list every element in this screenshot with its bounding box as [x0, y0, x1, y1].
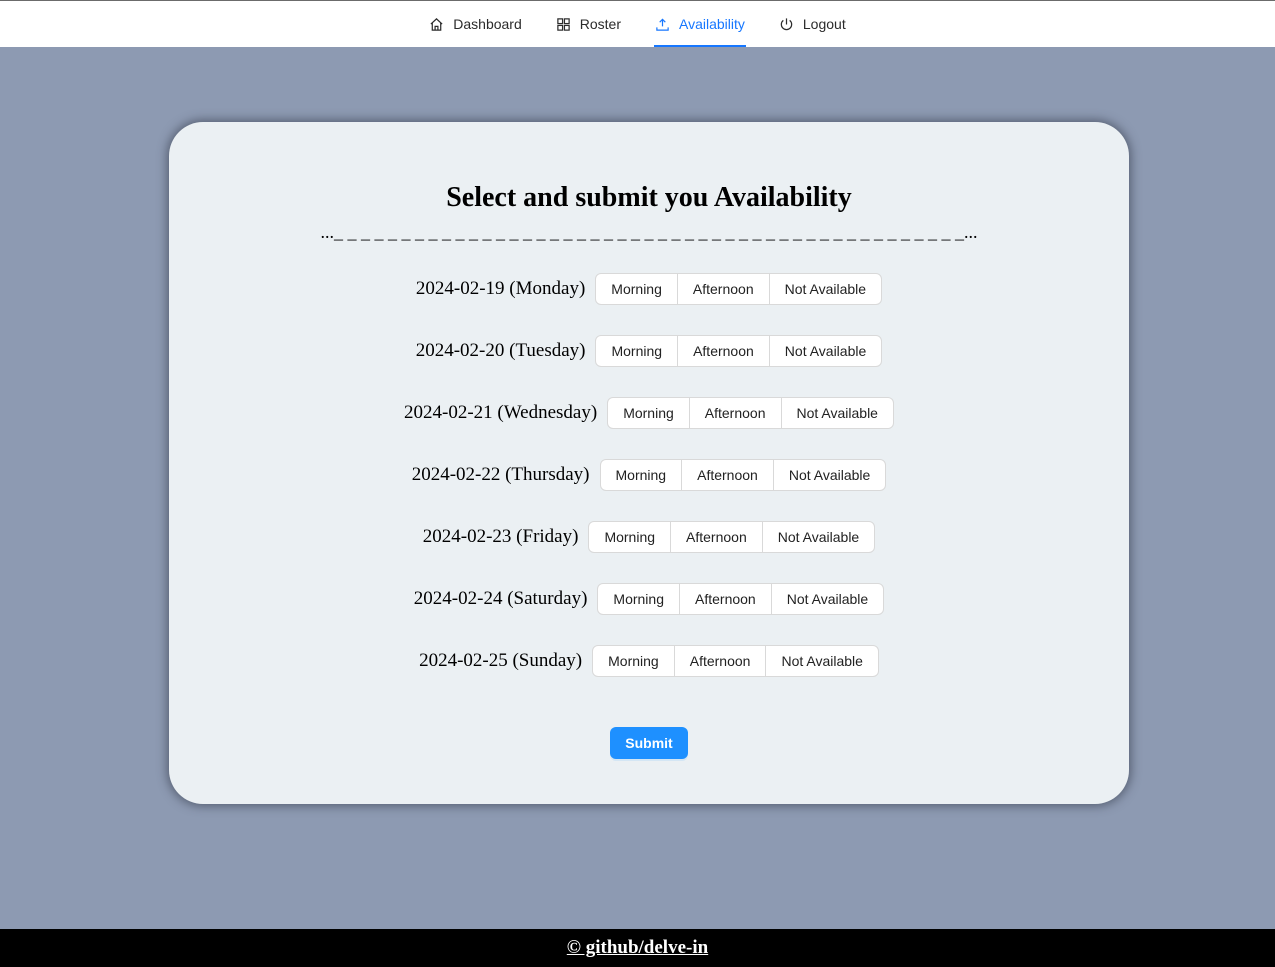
day-label: 2024-02-25 (Sunday)	[419, 650, 583, 671]
option-afternoon-button[interactable]: Afternoon	[676, 273, 770, 305]
option-not-available-button[interactable]: Not Available	[772, 459, 887, 491]
option-not-available-button[interactable]: Not Available	[761, 521, 876, 553]
option-morning-button[interactable]: Morning	[597, 583, 680, 615]
nav-item-dashboard[interactable]: Dashboard	[428, 1, 523, 47]
day-label: 2024-02-24 (Saturday)	[413, 588, 588, 609]
power-icon	[780, 17, 793, 30]
day-label: 2024-02-21 (Wednesday)	[404, 402, 598, 423]
day-row: 2024-02-21 (Wednesday) Morning Afternoon No…	[169, 397, 1129, 429]
footer-link[interactable]: © github/delve-in	[567, 937, 708, 959]
availability-selector: Morning Afternoon Not Available	[595, 273, 883, 305]
upload-icon	[656, 17, 669, 31]
option-afternoon-button[interactable]: Afternoon	[677, 335, 770, 367]
nav-item-label: Availability	[679, 16, 745, 32]
availability-selector: Morning Afternoon Not Available	[607, 397, 894, 429]
nav-item-label: Roster	[579, 16, 621, 32]
availability-selector: Morning Afternoon Not Available	[597, 583, 885, 615]
top-navbar: Dashboard Roster Availability Logout	[0, 0, 1275, 47]
option-morning-button[interactable]: Morning	[592, 645, 675, 677]
page-title: Select and submit you Availability	[446, 182, 852, 213]
option-not-available-button[interactable]: Not Available	[770, 583, 885, 615]
nav-item-roster[interactable]: Roster	[555, 1, 622, 47]
option-morning-button[interactable]: Morning	[599, 459, 683, 491]
nav-item-label: Logout	[802, 16, 846, 32]
nav-item-label: Dashboard	[453, 16, 522, 32]
option-not-available-button[interactable]: Not Available	[765, 645, 879, 677]
option-afternoon-button[interactable]: Afternoon	[673, 645, 767, 677]
nav-item-logout[interactable]: Logout	[778, 1, 847, 47]
option-morning-button[interactable]: Morning	[595, 273, 678, 305]
day-row: 2024-02-19 (Monday) Morning Afternoon Not A…	[169, 273, 1129, 305]
nav-menu: Dashboard Roster Availability Logout	[428, 1, 846, 47]
title-divider: ..._ _ _ _ _ _ _ _ _ _ _ _ _ _ _ _ _ _ _…	[320, 222, 978, 242]
availability-selector: Morning Afternoon Not Available	[588, 521, 876, 553]
option-not-available-button[interactable]: Not Available	[768, 335, 883, 367]
day-label: 2024-02-19 (Monday)	[415, 278, 586, 299]
option-not-available-button[interactable]: Not Available	[768, 273, 883, 305]
availability-card: Select and submit you Availability ..._ …	[169, 122, 1129, 804]
option-morning-button[interactable]: Morning	[607, 397, 690, 429]
grid-icon	[557, 17, 570, 31]
day-row: 2024-02-23 (Friday) Morning Afternoon Not A…	[169, 521, 1129, 553]
footer: © github/delve-in	[0, 929, 1275, 967]
availability-selector: Morning Afternoon Not Available	[592, 645, 879, 677]
option-morning-button[interactable]: Morning	[588, 521, 672, 553]
day-label: 2024-02-20 (Tuesday)	[415, 340, 586, 361]
option-morning-button[interactable]: Morning	[595, 335, 679, 367]
home-icon	[430, 17, 443, 31]
day-label: 2024-02-22 (Thursday)	[411, 464, 590, 485]
submit-button[interactable]: Submit	[610, 727, 688, 759]
day-label: 2024-02-23 (Friday)	[422, 526, 579, 547]
option-not-available-button[interactable]: Not Available	[780, 397, 894, 429]
option-afternoon-button[interactable]: Afternoon	[688, 397, 782, 429]
day-row: 2024-02-22 (Thursday) Morning Afternoon Not…	[169, 459, 1129, 491]
option-afternoon-button[interactable]: Afternoon	[670, 521, 763, 553]
day-row: 2024-02-24 (Saturday) Morning Afternoon Not…	[169, 583, 1129, 615]
option-afternoon-button[interactable]: Afternoon	[681, 459, 774, 491]
availability-selector: Morning Afternoon Not Available	[599, 459, 887, 491]
availability-rows: 2024-02-19 (Monday) Morning Afternoon Not A…	[169, 273, 1129, 707]
option-afternoon-button[interactable]: Afternoon	[679, 583, 772, 615]
nav-item-availability[interactable]: Availability	[654, 1, 746, 47]
day-row: 2024-02-25 (Sunday) Morning Afternoon Not A…	[169, 645, 1129, 677]
availability-selector: Morning Afternoon Not Available	[595, 335, 883, 367]
day-row: 2024-02-20 (Tuesday) Morning Afternoon Not …	[169, 335, 1129, 367]
